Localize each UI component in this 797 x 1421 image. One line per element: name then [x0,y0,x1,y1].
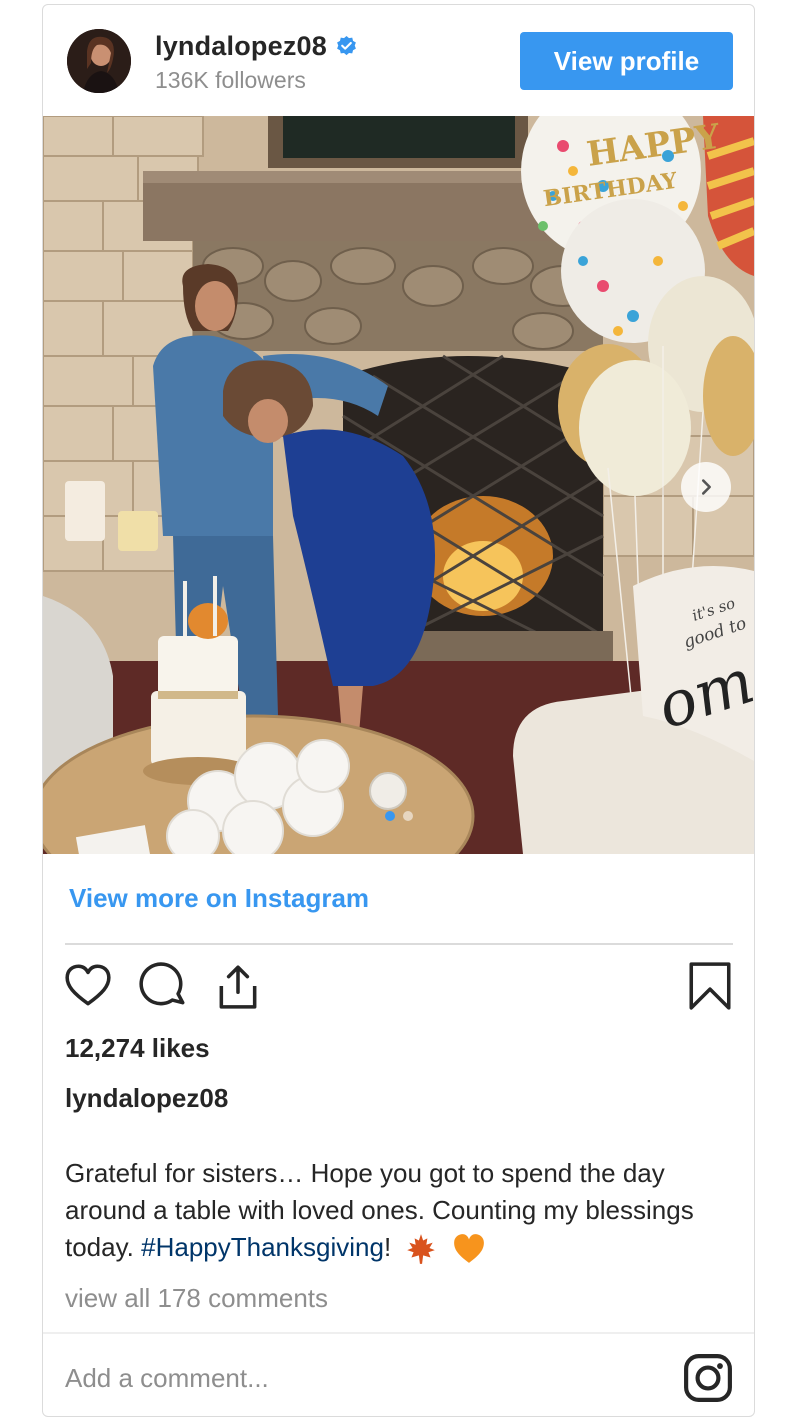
caption-username[interactable]: lyndalopez08 [65,1083,228,1114]
comment-icon[interactable] [139,961,189,1011]
hashtag-link[interactable]: #HappyThanksgiving [141,1232,384,1262]
chevron-right-icon [701,479,711,495]
username-row: lyndalopez08 [155,31,358,62]
instagram-icon[interactable] [683,1353,733,1403]
caption-end: ! [383,1232,392,1262]
view-all-comments-link[interactable]: view all 178 comments [65,1283,328,1314]
carousel-dot-active [384,811,395,821]
verified-badge-icon [335,35,358,58]
heart-icon[interactable] [63,961,113,1011]
view-more-link[interactable]: View more on Instagram [69,883,369,914]
maple-leaf-icon [407,1234,436,1264]
photo-scene: HAPPY BIRTHDAY it's so good to ome [43,116,754,854]
carousel-next-button[interactable] [681,462,731,512]
carousel-dot [402,811,413,821]
share-icon[interactable] [213,961,263,1011]
comment-divider [43,1332,754,1334]
follower-count: 136K followers [155,67,306,93]
add-comment-input[interactable]: Add a comment... [65,1363,269,1394]
post-photo[interactable]: HAPPY BIRTHDAY it's so good to ome [43,116,754,854]
post-header: lyndalopez08 136K followers View profile [43,5,754,116]
caption-text: Grateful for sisters… Hope you got to sp… [65,1155,725,1266]
instagram-embed-card: lyndalopez08 136K followers View profile [42,4,755,1417]
orange-heart-icon [453,1234,484,1263]
divider [65,943,733,945]
action-bar [63,961,735,1021]
carousel-indicator [43,811,754,821]
username[interactable]: lyndalopez08 [155,31,327,62]
bookmark-icon[interactable] [685,961,735,1011]
view-profile-button[interactable]: View profile [520,32,733,90]
avatar[interactable] [67,29,131,93]
like-count[interactable]: 12,274 likes [65,1033,210,1064]
